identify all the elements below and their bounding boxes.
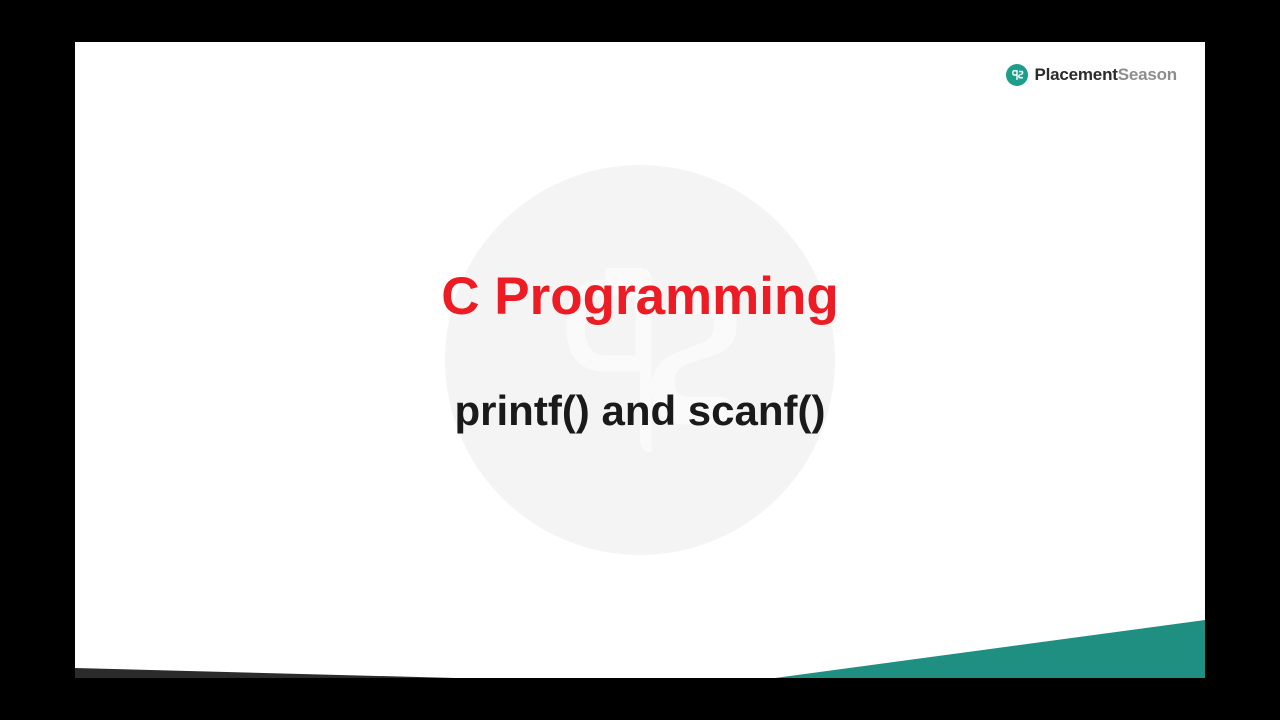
slide-content: C Programming printf() and scanf()	[75, 42, 1205, 678]
slide-title: C Programming	[441, 266, 839, 327]
slide: PlacementSeason C Programming printf() a…	[75, 42, 1205, 678]
slide-subtitle: printf() and scanf()	[455, 387, 826, 435]
decor-triangle-bottom-left	[75, 668, 455, 678]
decor-triangle-bottom-right	[775, 620, 1205, 678]
